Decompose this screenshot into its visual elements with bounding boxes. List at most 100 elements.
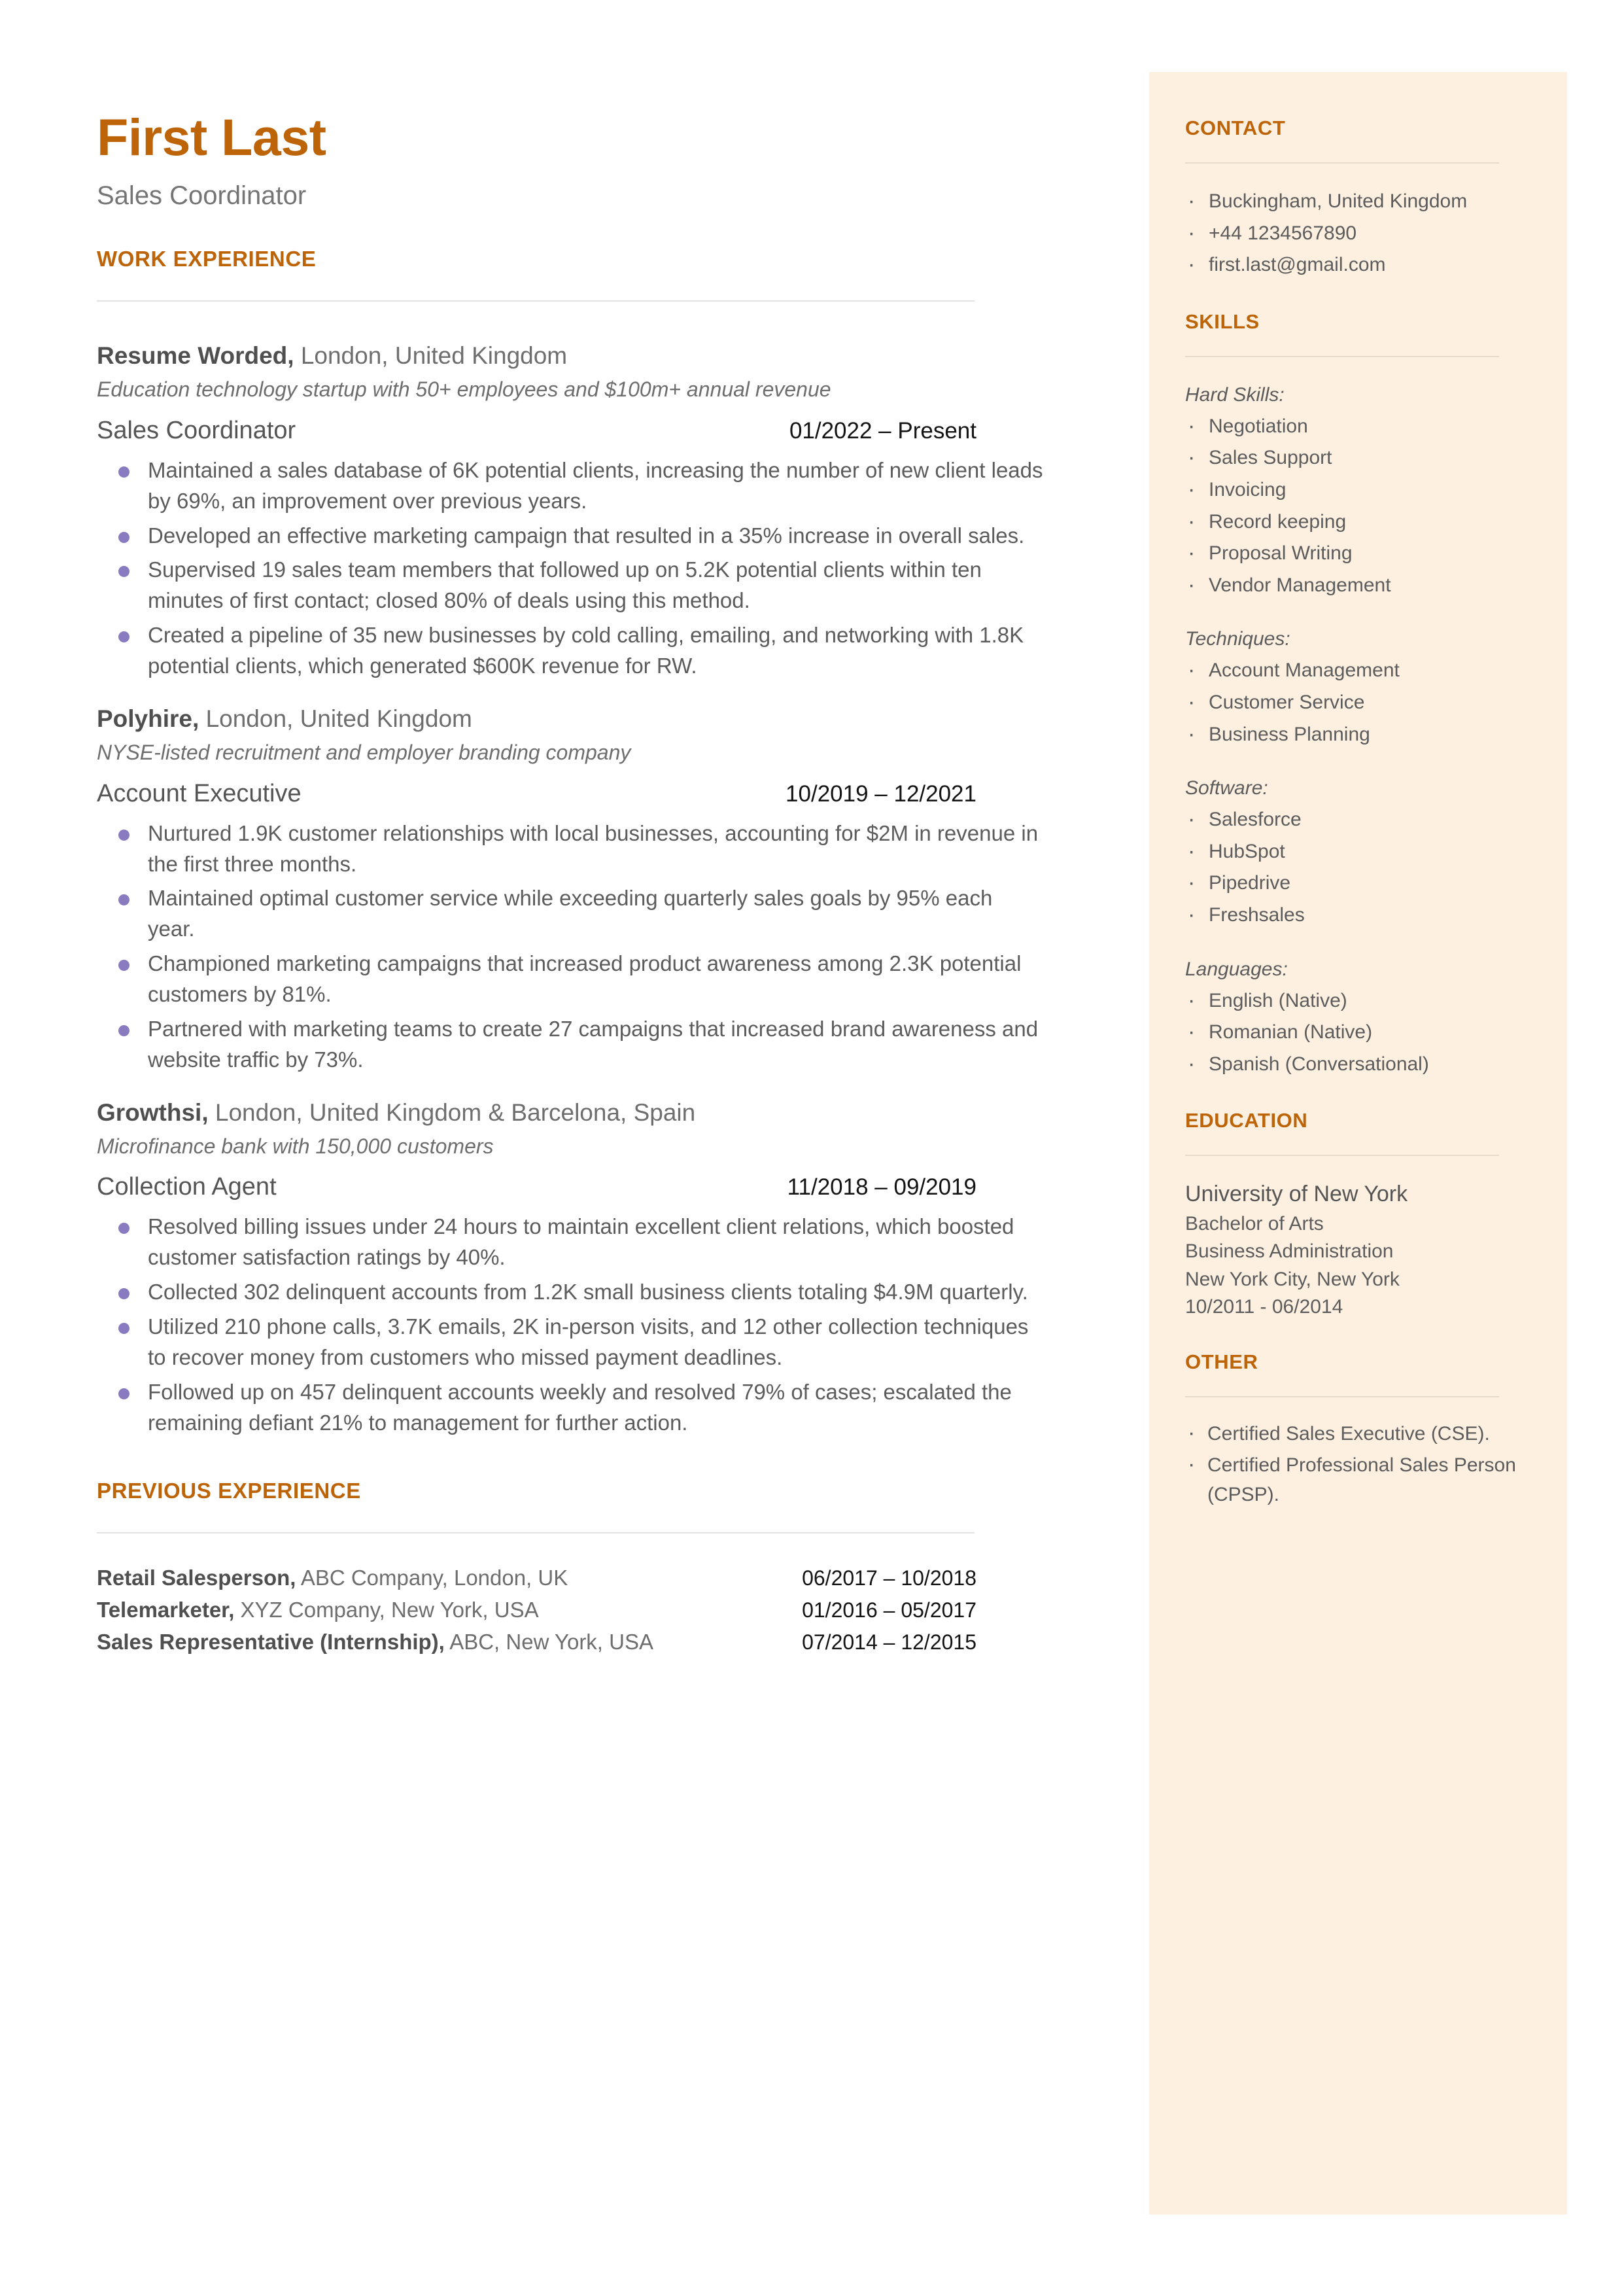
sidebar-heading-skills: SKILLS: [1185, 309, 1260, 333]
job-bullet: Followed up on 457 delinquent accounts w…: [97, 1377, 1044, 1439]
main-column: First Last Sales Coordinator WORK EXPERI…: [97, 0, 1117, 1658]
education-field: Business Administration: [1185, 1240, 1394, 1263]
previous-experience-row: Retail Salesperson, ABC Company, London,…: [97, 1562, 976, 1594]
company-name: Resume Worded,: [97, 342, 294, 369]
previous-detail: ABC, New York, USA: [449, 1630, 653, 1655]
skill-item: Salesforce: [1185, 801, 1551, 837]
skill-item: Negotiation: [1185, 408, 1551, 444]
previous-experience-text: Retail Salesperson, ABC Company, London,…: [97, 1562, 568, 1594]
role-title: Account Executive: [97, 779, 302, 807]
previous-dates: 01/2016 – 05/2017: [802, 1598, 976, 1622]
section-heading-previous-experience: PREVIOUS EXPERIENCE: [97, 1479, 361, 1503]
sidebar-column: CONTACT Buckingham, United Kingdom +44 1…: [1185, 0, 1551, 1512]
job-bullets: Resolved billing issues under 24 hours t…: [97, 1212, 1117, 1438]
role-dates: 10/2019 – 12/2021: [786, 780, 976, 807]
job-bullet: Maintained a sales database of 6K potent…: [97, 455, 1044, 517]
skills-group-list: English (Native) Romanian (Native) Spani…: [1185, 983, 1551, 1082]
job-bullet: Championed marketing campaigns that incr…: [97, 949, 1044, 1010]
previous-experience-text: Telemarketer, XYZ Company, New York, USA: [97, 1594, 539, 1626]
company-description: Education technology startup with 50+ em…: [97, 377, 831, 402]
company-description: NYSE-listed recruitment and employer bra…: [97, 741, 631, 765]
previous-role: Sales Representative (Internship),: [97, 1630, 445, 1655]
job-bullet: Developed an effective marketing campaig…: [97, 521, 1044, 552]
role-dates: 01/2022 – Present: [789, 417, 976, 444]
skill-item: Invoicing: [1185, 472, 1551, 508]
previous-dates: 06/2017 – 10/2018: [802, 1566, 976, 1590]
job-bullet: Supervised 19 sales team members that fo…: [97, 555, 1044, 616]
company-location: London, United Kingdom: [300, 342, 568, 369]
section-heading-work-experience: WORK EXPERIENCE: [97, 247, 317, 271]
previous-experience-text: Sales Representative (Internship), ABC, …: [97, 1626, 653, 1658]
skills-group-label: Languages:: [1185, 958, 1288, 980]
skills-group-list: Account Management Customer Service Busi…: [1185, 652, 1551, 752]
role-row: Collection Agent 11/2018 – 09/2019: [97, 1173, 976, 1201]
job-bullet: Nurtured 1.9K customer relationships wit…: [97, 818, 1044, 880]
company-name: Polyhire,: [97, 705, 199, 732]
skill-item: Account Management: [1185, 652, 1551, 688]
previous-detail: XYZ Company, New York, USA: [240, 1598, 539, 1622]
other-item: Certified Sales Executive (CSE).: [1185, 1416, 1551, 1450]
skill-item: Freshsales: [1185, 897, 1551, 933]
job-bullet: Partnered with marketing teams to create…: [97, 1014, 1044, 1076]
skill-item: Pipedrive: [1185, 865, 1551, 901]
job-entry: Growthsi, London, United Kingdom & Barce…: [97, 1098, 1117, 1439]
skill-item: HubSpot: [1185, 833, 1551, 869]
skill-item: Business Planning: [1185, 716, 1551, 752]
company-description: Microfinance bank with 150,000 customers: [97, 1134, 494, 1158]
contact-email[interactable]: first.last@gmail.com: [1185, 247, 1551, 283]
role-row: Account Executive 10/2019 – 12/2021: [97, 780, 976, 808]
job-bullet: Utilized 210 phone calls, 3.7K emails, 2…: [97, 1312, 1044, 1373]
sidebar-heading-contact: CONTACT: [1185, 116, 1286, 139]
sidebar-heading-education: EDUCATION: [1185, 1109, 1308, 1132]
skill-item: Sales Support: [1185, 440, 1551, 476]
role-title: Sales Coordinator: [97, 416, 296, 444]
role-title: Collection Agent: [97, 1173, 277, 1201]
skill-item: Romanian (Native): [1185, 1014, 1551, 1050]
other-list: Certified Sales Executive (CSE). Certifi…: [1185, 1416, 1551, 1509]
role-dates: 11/2018 – 09/2019: [787, 1174, 976, 1200]
contact-phone[interactable]: +44 1234567890: [1185, 215, 1551, 251]
skill-item: Spanish (Conversational): [1185, 1046, 1551, 1082]
job-bullet: Resolved billing issues under 24 hours t…: [97, 1212, 1044, 1273]
skills-group-label: Software:: [1185, 777, 1268, 799]
education-degree: Bachelor of Arts: [1185, 1212, 1324, 1235]
skill-item: Proposal Writing: [1185, 535, 1551, 571]
sidebar-heading-other: OTHER: [1185, 1350, 1258, 1373]
skill-item: Vendor Management: [1185, 567, 1551, 603]
education-dates: 10/2011 - 06/2014: [1185, 1296, 1343, 1318]
education-school: University of New York: [1185, 1182, 1408, 1207]
job-bullets: Nurtured 1.9K customer relationships wit…: [97, 818, 1117, 1076]
job-bullets: Maintained a sales database of 6K potent…: [97, 455, 1117, 682]
company-location: London, United Kingdom & Barcelona, Spai…: [215, 1098, 696, 1126]
other-item: Certified Professional Sales Person (CPS…: [1185, 1448, 1551, 1509]
skills-group-list: Negotiation Sales Support Invoicing Reco…: [1185, 408, 1551, 603]
candidate-title: Sales Coordinator: [97, 181, 307, 210]
previous-experience-row: Sales Representative (Internship), ABC, …: [97, 1626, 976, 1658]
skill-item: Customer Service: [1185, 684, 1551, 720]
skill-item: Record keeping: [1185, 504, 1551, 540]
job-bullet: Collected 302 delinquent accounts from 1…: [97, 1277, 1044, 1308]
skill-item: English (Native): [1185, 983, 1551, 1019]
job-entry: Polyhire, London, United Kingdom NYSE-li…: [97, 704, 1117, 1076]
candidate-name: First Last: [97, 108, 326, 166]
job-bullet: Created a pipeline of 35 new businesses …: [97, 620, 1044, 682]
company-line: Resume Worded, London, United Kingdom: [97, 341, 1117, 371]
company-location: London, United Kingdom: [205, 705, 472, 732]
role-row: Sales Coordinator 01/2022 – Present: [97, 417, 976, 445]
skills-group-label: Hard Skills:: [1185, 383, 1285, 406]
resume-page: First Last Sales Coordinator WORK EXPERI…: [0, 0, 1624, 2295]
previous-detail: ABC Company, London, UK: [300, 1566, 568, 1590]
contact-location: Buckingham, United Kingdom: [1185, 183, 1551, 219]
job-entry: Resume Worded, London, United Kingdom Ed…: [97, 341, 1117, 682]
company-line: Growthsi, London, United Kingdom & Barce…: [97, 1098, 1117, 1128]
job-bullet: Maintained optimal customer service whil…: [97, 883, 1044, 945]
education-location: New York City, New York: [1185, 1268, 1400, 1290]
skills-group-list: Salesforce HubSpot Pipedrive Freshsales: [1185, 801, 1551, 933]
company-line: Polyhire, London, United Kingdom: [97, 704, 1117, 734]
previous-role: Telemarketer,: [97, 1598, 235, 1622]
previous-experience-row: Telemarketer, XYZ Company, New York, USA…: [97, 1594, 976, 1626]
company-name: Growthsi,: [97, 1098, 209, 1126]
previous-dates: 07/2014 – 12/2015: [802, 1630, 976, 1655]
previous-role: Retail Salesperson,: [97, 1566, 296, 1590]
contact-list: Buckingham, United Kingdom +44 123456789…: [1185, 183, 1551, 283]
